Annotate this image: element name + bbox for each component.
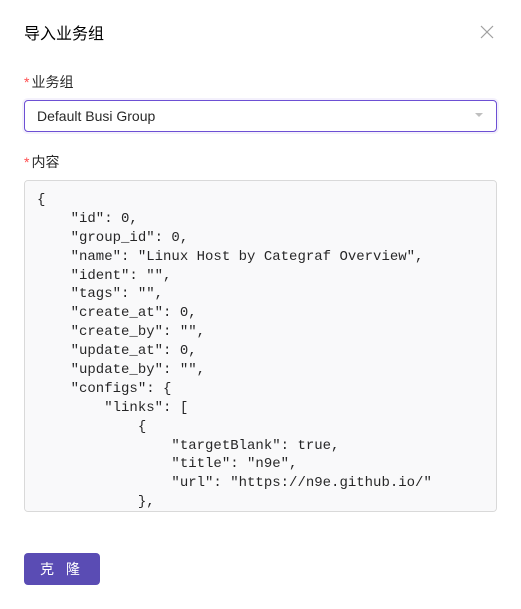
chevron-down-icon (474, 107, 484, 125)
content-field: *内容 (24, 152, 497, 517)
modal-title: 导入业务组 (24, 20, 104, 44)
content-label: *内容 (24, 152, 497, 172)
content-textarea[interactable] (24, 180, 497, 512)
business-group-label: *业务组 (24, 72, 497, 92)
close-icon (480, 25, 494, 39)
business-group-field: *业务组 Default Busi Group (24, 72, 497, 132)
clone-button[interactable]: 克 隆 (24, 553, 100, 585)
modal-header: 导入业务组 (24, 20, 497, 44)
import-modal: 导入业务组 *业务组 Default Busi Group *内容 (0, 0, 521, 609)
required-mark: * (24, 74, 29, 90)
business-group-select[interactable]: Default Busi Group (24, 100, 497, 132)
close-button[interactable] (477, 22, 497, 42)
select-value: Default Busi Group (37, 108, 155, 124)
required-mark: * (24, 154, 29, 170)
